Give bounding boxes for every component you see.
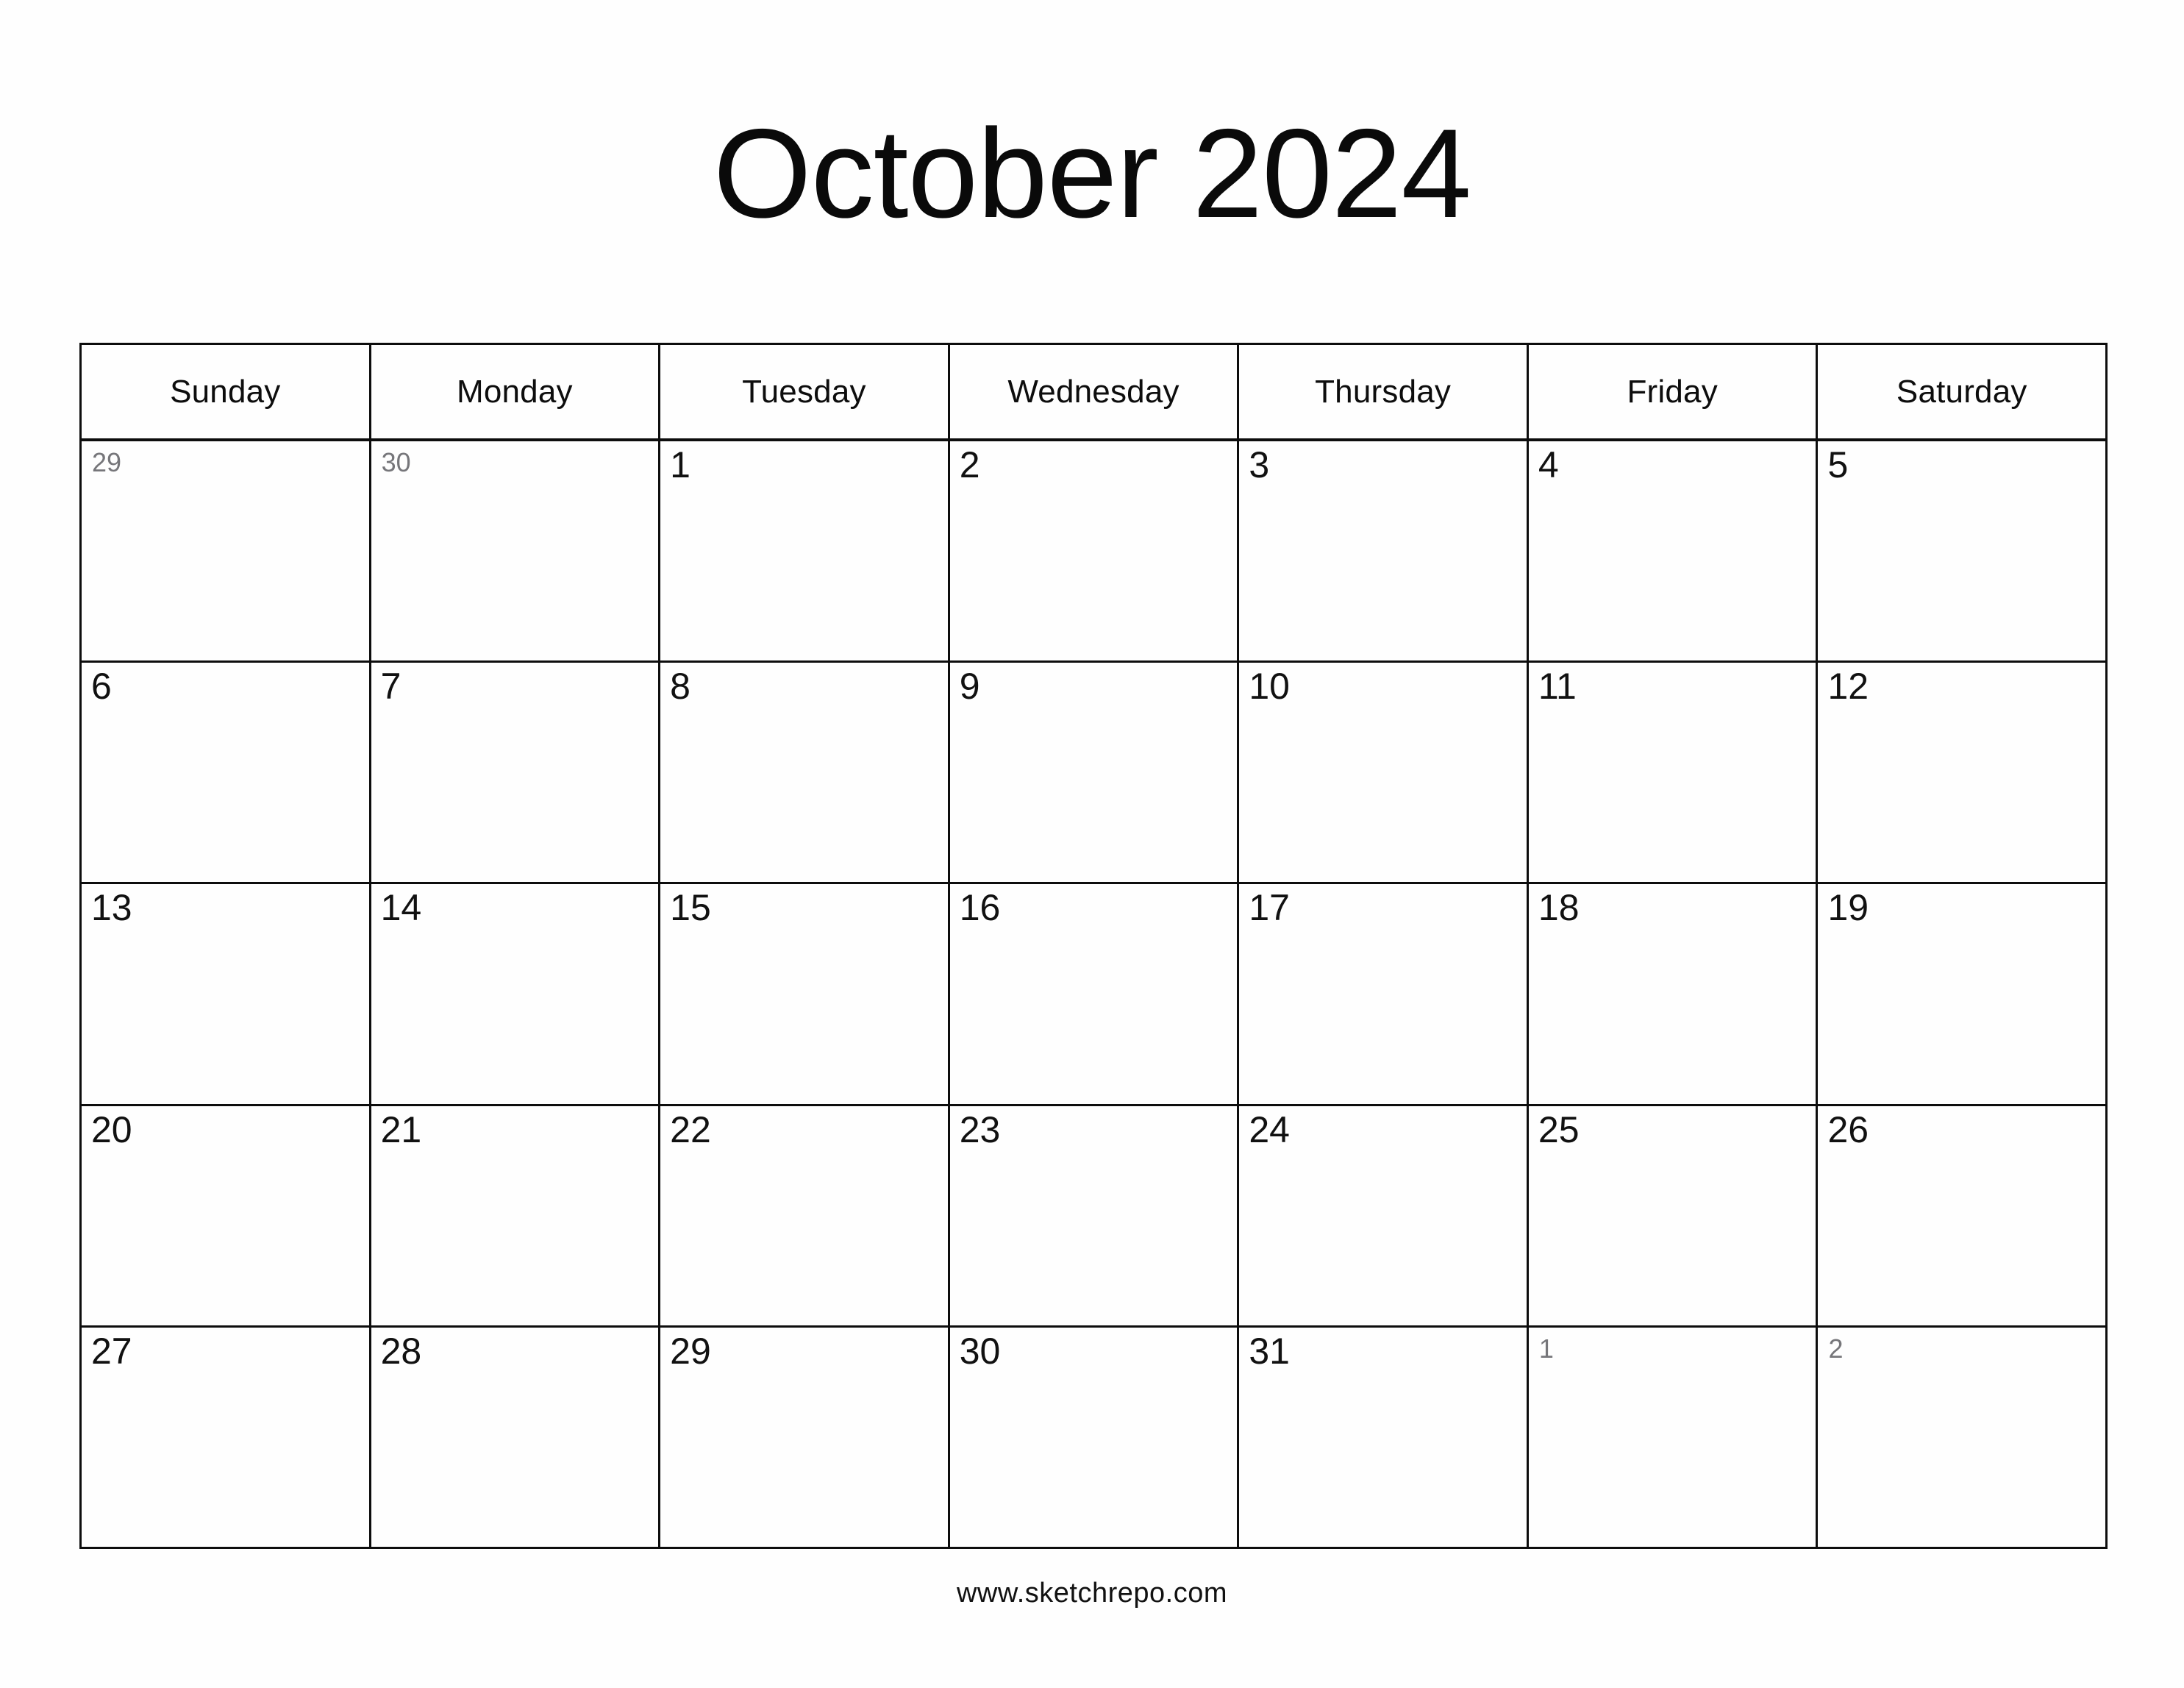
day-cell[interactable]: 17 [1239, 884, 1529, 1104]
weekday-label: Wednesday [1007, 373, 1180, 410]
weekday-header-friday: Friday [1528, 345, 1819, 438]
week-row: 6 7 8 9 10 11 12 [82, 663, 2106, 885]
day-cell[interactable]: 30 [949, 1327, 1240, 1548]
day-cell[interactable]: 29 [660, 1327, 950, 1548]
day-cell[interactable]: 4 [1528, 441, 1819, 661]
day-number: 14 [380, 887, 422, 929]
day-cell[interactable]: 1 [660, 441, 950, 661]
day-cell[interactable]: 12 [1818, 663, 2106, 883]
day-number: 24 [1249, 1108, 1290, 1150]
day-cell[interactable]: 29 [82, 441, 371, 661]
day-cell[interactable]: 18 [1528, 884, 1819, 1104]
weekday-label: Thursday [1315, 373, 1452, 410]
day-cell[interactable]: 3 [1239, 441, 1529, 661]
day-number: 23 [959, 1108, 1001, 1150]
day-number: 13 [91, 887, 132, 929]
day-number: 18 [1538, 887, 1580, 929]
day-cell[interactable]: 24 [1239, 1105, 1529, 1325]
weekday-header-wednesday: Wednesday [949, 345, 1240, 438]
day-cell[interactable]: 31 [1239, 1327, 1529, 1548]
day-number: 27 [91, 1330, 132, 1372]
day-number: 21 [380, 1108, 422, 1150]
day-number: 2 [1828, 1333, 1844, 1364]
weekday-label: Tuesday [742, 373, 866, 410]
weekday-label: Monday [456, 373, 573, 410]
day-number: 19 [1827, 887, 1869, 929]
day-number: 17 [1249, 887, 1290, 929]
day-cell[interactable]: 26 [1818, 1105, 2106, 1325]
day-number: 9 [959, 666, 980, 708]
weekday-header-thursday: Thursday [1239, 345, 1529, 438]
day-number: 30 [959, 1330, 1001, 1372]
calendar-weeks: 29 30 1 2 3 4 5 6 7 8 9 10 11 12 13 14 1… [82, 441, 2106, 1548]
day-cell[interactable]: 2 [949, 441, 1240, 661]
day-number: 25 [1538, 1108, 1580, 1150]
day-cell[interactable]: 25 [1528, 1105, 1819, 1325]
week-row: 29 30 1 2 3 4 5 [82, 441, 2106, 663]
day-cell[interactable]: 6 [82, 663, 371, 883]
page-title: October 2024 [0, 110, 2184, 237]
day-cell[interactable]: 9 [949, 663, 1240, 883]
footer: www.sketchrepo.com [0, 1578, 2184, 1609]
day-number: 31 [1249, 1330, 1290, 1372]
weekday-header-monday: Monday [371, 345, 661, 438]
day-number: 11 [1538, 666, 1577, 708]
weekday-header-saturday: Saturday [1818, 345, 2106, 438]
day-number: 8 [670, 666, 690, 708]
day-number: 22 [670, 1108, 711, 1150]
day-cell[interactable]: 8 [660, 663, 950, 883]
day-cell[interactable]: 14 [371, 884, 661, 1104]
day-cell[interactable]: 21 [371, 1105, 661, 1325]
weekday-label: Friday [1627, 373, 1718, 410]
week-row: 27 28 29 30 31 1 2 [82, 1327, 2106, 1548]
day-cell[interactable]: 13 [82, 884, 371, 1104]
day-number: 15 [670, 887, 711, 929]
weekday-header-row: Sunday Monday Tuesday Wednesday Thursday… [82, 345, 2106, 441]
day-number: 2 [959, 444, 980, 485]
day-number: 1 [1538, 1333, 1554, 1364]
day-cell[interactable]: 27 [82, 1327, 371, 1548]
day-cell[interactable]: 5 [1818, 441, 2106, 661]
weekday-header-sunday: Sunday [82, 345, 371, 438]
day-number: 7 [380, 666, 402, 708]
week-row: 13 14 15 16 17 18 19 [82, 884, 2106, 1106]
day-cell[interactable]: 28 [371, 1327, 661, 1548]
day-cell[interactable]: 30 [371, 441, 661, 661]
day-number: 30 [381, 447, 411, 477]
day-number: 28 [380, 1330, 422, 1372]
day-cell[interactable]: 11 [1528, 663, 1819, 883]
day-number: 16 [959, 887, 1001, 929]
website-url: www.sketchrepo.com [956, 1578, 1227, 1609]
day-cell[interactable]: 16 [949, 884, 1240, 1104]
weekday-label: Saturday [1896, 373, 2027, 410]
day-cell[interactable]: 10 [1239, 663, 1529, 883]
day-cell[interactable]: 2 [1818, 1327, 2106, 1548]
day-cell[interactable]: 7 [371, 663, 661, 883]
day-number: 12 [1827, 666, 1869, 708]
day-number: 4 [1538, 444, 1559, 485]
day-number: 3 [1249, 444, 1270, 485]
day-number: 26 [1827, 1108, 1869, 1150]
day-number: 29 [92, 447, 122, 477]
day-cell[interactable]: 1 [1528, 1327, 1819, 1548]
day-cell[interactable]: 22 [660, 1105, 950, 1325]
weekday-header-tuesday: Tuesday [660, 345, 950, 438]
day-number: 29 [670, 1330, 711, 1372]
day-number: 20 [91, 1108, 132, 1150]
day-number: 1 [670, 444, 690, 485]
day-cell[interactable]: 20 [82, 1105, 371, 1325]
day-number: 6 [91, 666, 112, 708]
calendar-grid: Sunday Monday Tuesday Wednesday Thursday… [79, 343, 2108, 1549]
week-row: 20 21 22 23 24 25 26 [82, 1105, 2106, 1328]
day-number: 10 [1249, 666, 1290, 708]
weekday-label: Sunday [170, 373, 281, 410]
day-cell[interactable]: 19 [1818, 884, 2106, 1104]
day-cell[interactable]: 23 [949, 1105, 1240, 1325]
calendar-page: October 2024 Sunday Monday Tuesday Wedne… [0, 0, 2184, 1688]
day-cell[interactable]: 15 [660, 884, 950, 1104]
day-number: 5 [1827, 444, 1849, 485]
month-year-title: October 2024 [713, 103, 1471, 244]
